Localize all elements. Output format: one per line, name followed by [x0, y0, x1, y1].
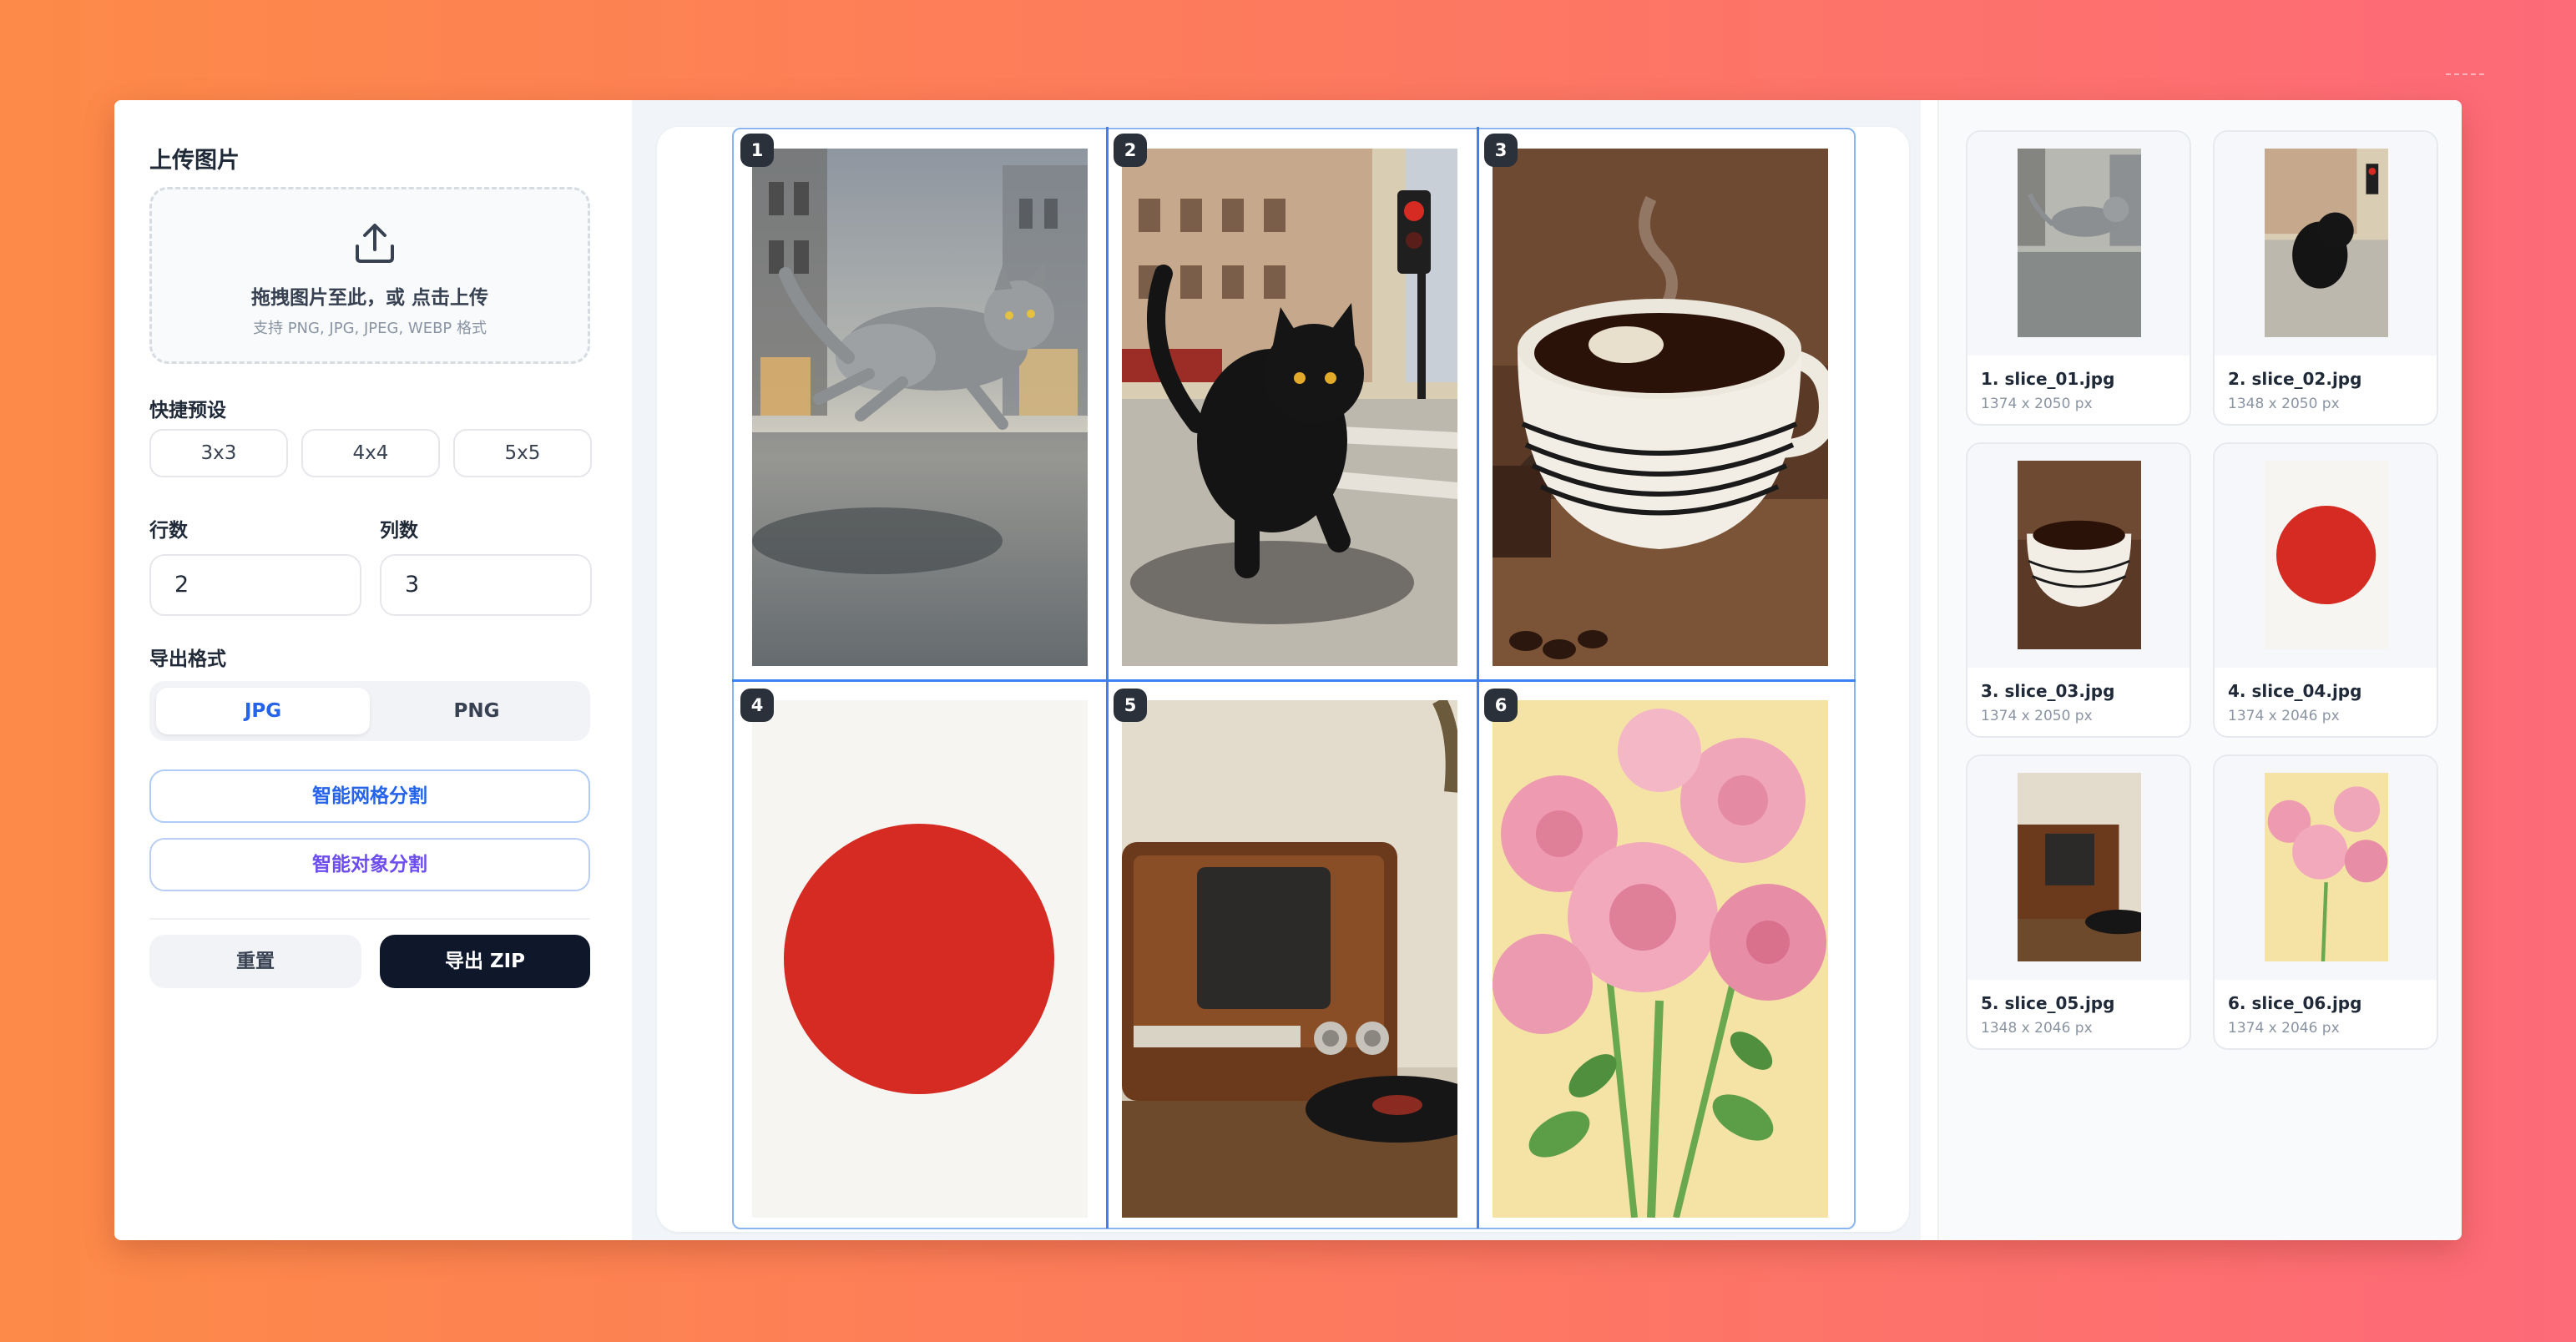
rows-input[interactable]: 2 [149, 554, 361, 616]
slice-card[interactable]: 3. slice_03.jpg 1374 x 2050 px [1966, 442, 2191, 738]
slice-thumbnail [2265, 461, 2388, 649]
preset-3x3-button[interactable]: 3x3 [149, 429, 288, 477]
slice-dimensions: 1374 x 2050 px [1981, 396, 2093, 412]
slice-name: 4. slice_04.jpg [2228, 681, 2362, 701]
window-decoration [2446, 73, 2484, 75]
format-jpg-option[interactable]: JPG [156, 688, 370, 734]
slice-card[interactable]: 1. slice_01.jpg 1374 x 2050 px [1966, 130, 2191, 426]
preset-5x5-button[interactable]: 5x5 [453, 429, 592, 477]
reset-button[interactable]: 重置 [149, 935, 361, 988]
slice-thumbnail [2265, 149, 2388, 337]
slice-card[interactable]: 2. slice_02.jpg 1348 x 2050 px [2213, 130, 2438, 426]
slice-thumbnail [2018, 461, 2141, 649]
grid-line-vertical[interactable] [1477, 127, 1479, 1228]
slice-dimensions: 1348 x 2050 px [2228, 396, 2340, 412]
rows-label: 行数 [149, 520, 188, 542]
slice-card[interactable]: 5. slice_05.jpg 1348 x 2046 px [1966, 754, 2191, 1050]
slices-panel: 1. slice_01.jpg 1374 x 2050 px 2. slice_… [1937, 100, 2462, 1240]
divider [149, 918, 590, 920]
slice-dimensions: 1374 x 2050 px [1981, 708, 2093, 724]
slice-name: 3. slice_03.jpg [1981, 681, 2115, 701]
smart-object-split-button[interactable]: 智能对象分割 [149, 838, 590, 891]
export-zip-button[interactable]: 导出 ZIP [380, 935, 590, 988]
preset-4x4-button[interactable]: 4x4 [301, 429, 440, 477]
format-toggle: JPG PNG [149, 681, 590, 741]
canvas-area: 1 2 3 4 5 6 [632, 100, 1921, 1240]
upload-dropzone[interactable]: 拖拽图片至此，或 点击上传 支持 PNG, JPG, JPEG, WEBP 格式 [149, 187, 590, 364]
settings-panel: 上传图片 拖拽图片至此，或 点击上传 支持 PNG, JPG, JPEG, WE… [114, 100, 634, 1240]
dropzone-format-hint: 支持 PNG, JPG, JPEG, WEBP 格式 [252, 320, 487, 337]
slice-card[interactable]: 4. slice_04.jpg 1374 x 2046 px [2213, 442, 2438, 738]
smart-grid-split-button[interactable]: 智能网格分割 [149, 769, 590, 823]
slice-name: 2. slice_02.jpg [2228, 369, 2362, 389]
cols-label: 列数 [380, 520, 418, 542]
slice-thumbnail [2265, 773, 2388, 961]
grid-line-horizontal[interactable] [732, 679, 1856, 682]
slice-name: 6. slice_06.jpg [2228, 993, 2362, 1013]
grid-line-vertical[interactable] [1106, 127, 1109, 1228]
canvas-card: 1 2 3 4 5 6 [657, 127, 1909, 1232]
app-window: 上传图片 拖拽图片至此，或 点击上传 支持 PNG, JPG, JPEG, WE… [114, 100, 2462, 1240]
slice-dimensions: 1374 x 2046 px [2228, 1020, 2340, 1037]
grid-frame [732, 128, 1856, 1229]
slice-card[interactable]: 6. slice_06.jpg 1374 x 2046 px [2213, 754, 2438, 1050]
cols-input[interactable]: 3 [380, 554, 592, 616]
slice-dimensions: 1374 x 2046 px [2228, 708, 2340, 724]
format-png-option[interactable]: PNG [370, 688, 583, 734]
dropzone-main-text: 拖拽图片至此，或 点击上传 [250, 287, 488, 309]
slice-thumbnail [2018, 149, 2141, 337]
slice-name: 1. slice_01.jpg [1981, 369, 2115, 389]
slice-thumbnail [2018, 773, 2141, 961]
format-label: 导出格式 [149, 648, 226, 670]
slice-dimensions: 1348 x 2046 px [1981, 1020, 2093, 1037]
presets-label: 快捷预设 [149, 400, 226, 421]
upload-icon [356, 224, 394, 263]
slice-name: 5. slice_05.jpg [1981, 993, 2115, 1013]
upload-title: 上传图片 [149, 148, 240, 174]
